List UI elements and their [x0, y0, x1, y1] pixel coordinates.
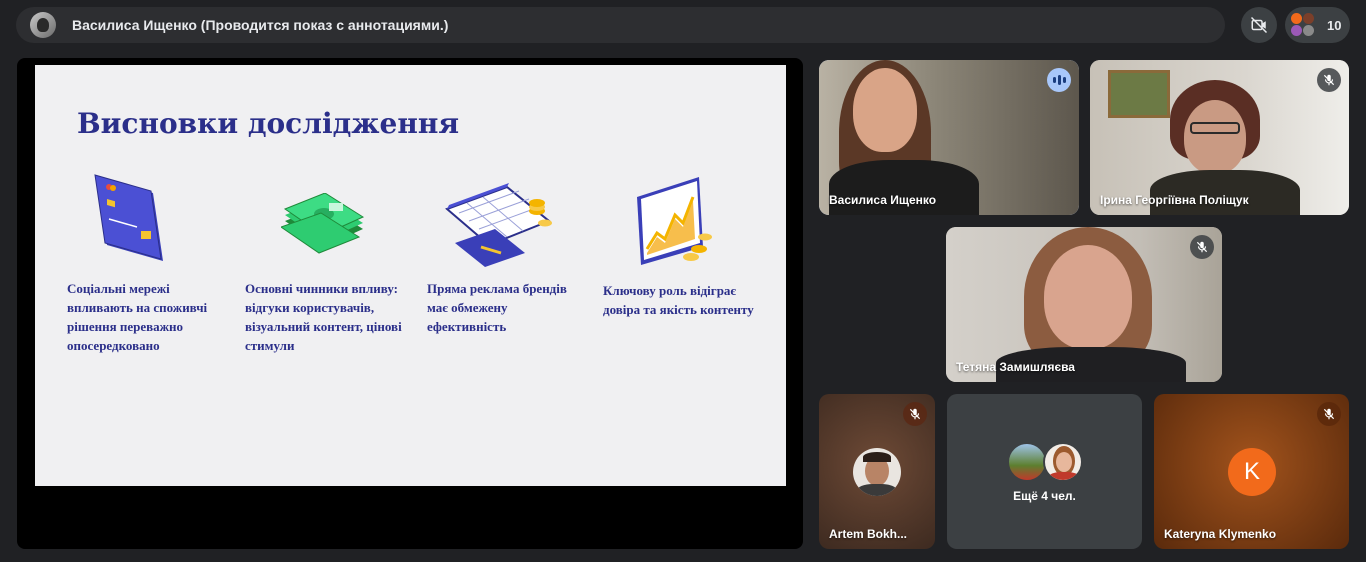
calendar-coins-icon — [445, 183, 552, 267]
credit-card-icon — [94, 174, 163, 261]
presenter-bar: Василиса Ищенко (Проводится показ с анно… — [16, 7, 1225, 43]
participant-tile-vasylysa[interactable]: Василиса Ищенко — [819, 60, 1079, 215]
camera-off-button[interactable] — [1241, 7, 1277, 43]
more-participants-tile[interactable]: Ещё 4 чел. — [947, 394, 1142, 549]
conclusion-text-3: Пряма реклама брендів має обмежену ефект… — [427, 281, 567, 334]
avatar: K — [1228, 448, 1276, 496]
chart-monitor-icon — [637, 177, 712, 265]
avatar — [853, 448, 901, 496]
conclusion-text-2: Основні чинники впливу: відгуки користув… — [245, 281, 402, 353]
mic-off-icon — [1190, 235, 1214, 259]
money-stack-icon — [281, 193, 365, 254]
presentation-stage[interactable]: Висновки дослідження Соціальні мережі вп… — [17, 58, 803, 549]
mic-off-icon — [903, 402, 927, 426]
camera-off-icon — [1250, 16, 1268, 34]
participant-name: Ірина Георгіївна Поліщук — [1100, 193, 1249, 207]
participant-name: Василиса Ищенко — [829, 193, 937, 207]
participant-name: Artem Bokh... — [829, 527, 908, 541]
people-icon — [1291, 13, 1315, 37]
presentation-slide: Висновки дослідження Соціальні мережі вп… — [35, 65, 786, 486]
participant-name: Kateryna Klymenko — [1164, 527, 1277, 541]
presenter-avatar — [30, 12, 56, 38]
presenter-title: Василиса Ищенко (Проводится показ с анно… — [72, 17, 449, 33]
participant-tile-iryna[interactable]: Ірина Георгіївна Поліщук — [1090, 60, 1349, 215]
participant-name: Тетяна Замишляєва — [956, 360, 1075, 374]
conclusion-text-1: Соціальні мережі впливають на споживчі р… — [67, 281, 208, 353]
avatar — [1043, 442, 1083, 482]
speaking-indicator-icon — [1047, 68, 1071, 92]
mic-off-icon — [1317, 68, 1341, 92]
slide-title: Висновки дослідження — [77, 107, 460, 140]
participant-tile-artem[interactable]: Artem Bokh... — [819, 394, 935, 549]
mic-off-icon — [1317, 402, 1341, 426]
avatar — [1007, 442, 1047, 482]
participant-tile-kateryna[interactable]: K Kateryna Klymenko — [1154, 394, 1349, 549]
participant-count: 10 — [1327, 17, 1342, 33]
conclusion-text-4: Ключову роль відіграє довіра та якість к… — [603, 283, 754, 317]
participant-tile-tetiana[interactable]: Тетяна Замишляєва — [946, 227, 1222, 382]
participants-button[interactable]: 10 — [1285, 7, 1350, 43]
more-participants-label: Ещё 4 чел. — [1013, 489, 1076, 503]
